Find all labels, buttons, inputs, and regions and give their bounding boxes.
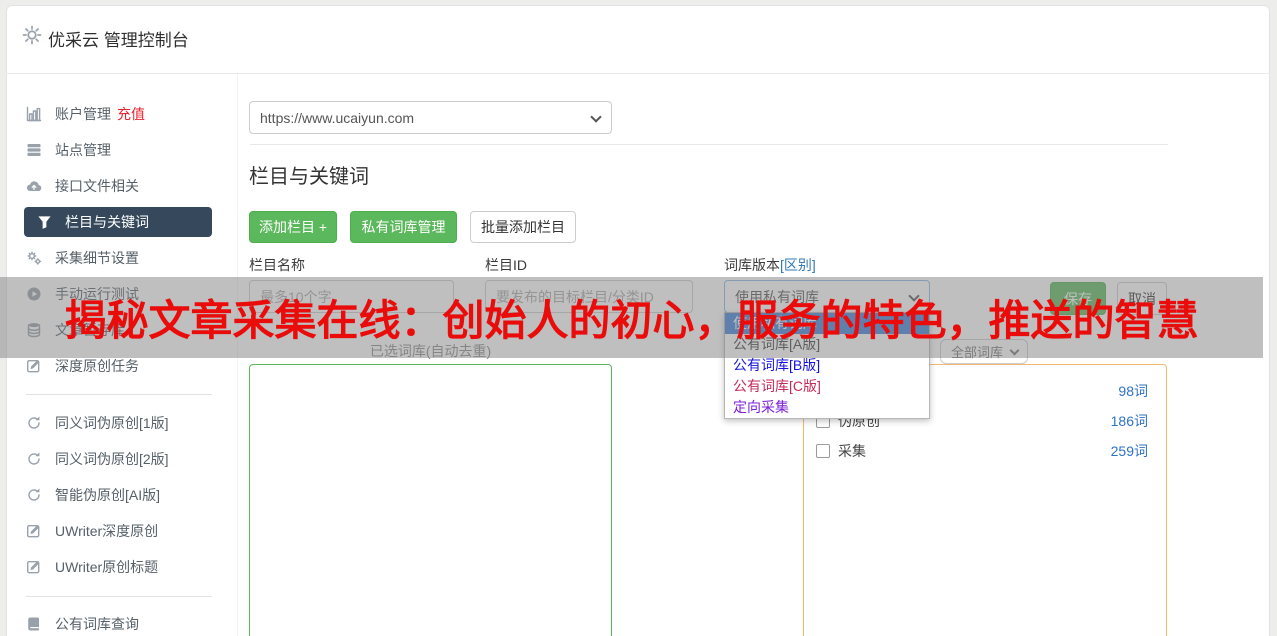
chevron-down-icon [590,111,602,123]
recharge-badge[interactable]: 充值 [117,106,145,122]
promo-overlay-text: 揭秘文章采集在线：创始人的初心，服务的特色，推送的智慧 [64,297,1199,344]
sidebar-item-uwriter-title[interactable]: UWriter原创标题 [26,553,216,581]
content-divider [250,144,1168,145]
book-icon [26,616,42,632]
server-icon [26,142,42,158]
private-thesaurus-button[interactable]: 私有词库管理 [350,211,457,243]
sidebar-item-label: 账户管理 充值 [55,106,145,122]
pencil-icon [26,358,42,374]
sidebar-item-label: 同义词伪原创[1版] [55,415,169,431]
app-title: 优采云 管理控制台 [48,31,189,50]
sidebar-item-label: 深度原创任务 [55,358,139,374]
header-divider [6,73,1270,74]
library-row: 采集 259词 [816,441,1148,461]
site-url-value: https://www.ucaiyun.com [260,109,415,126]
refresh-icon [26,487,42,503]
sidebar-item-ai-rewrite[interactable]: 智能伪原创[AI版] [26,481,216,509]
add-column-button[interactable]: 添加栏目 + [249,211,337,243]
sidebar-item-uwriter-deep[interactable]: UWriter深度原创 [26,517,216,545]
version-diff-link[interactable]: [区别] [780,257,816,273]
column-name-label: 栏目名称 [249,257,305,273]
pencil-icon [26,559,42,575]
gears-icon [26,250,42,266]
page-title: 栏目与关键词 [249,166,369,188]
sidebar-item-label: UWriter原创标题 [55,559,159,575]
sidebar-section-divider [26,394,212,395]
library-row-label: 采集 [838,443,866,459]
word-count: 186词 [1110,413,1148,429]
library-checkbox[interactable] [816,444,830,458]
dropdown-option-public-b[interactable]: 公有词库[B版] [725,355,929,376]
pencil-icon [26,523,42,539]
refresh-icon [26,415,42,431]
dropdown-option-directed[interactable]: 定向采集 [725,397,929,418]
site-url-select[interactable]: https://www.ucaiyun.com [249,101,612,134]
sidebar-item-account[interactable]: 账户管理 充值 [26,100,216,128]
page: 优采云 管理控制台 账户管理 充值 站点管理 接口文件相关 栏目与关键词 采集细节… [0,0,1277,636]
sidebar-item-columns-keywords[interactable]: 栏目与关键词 [24,207,212,237]
sidebar-item-label: 栏目与关键词 [65,214,149,230]
sidebar-item-collect-settings[interactable]: 采集细节设置 [26,244,216,272]
sidebar-item-synonym-v1[interactable]: 同义词伪原创[1版] [26,409,216,437]
sidebar-item-public-lib-query[interactable]: 公有词库查询 [26,610,216,636]
column-id-label: 栏目ID [485,257,527,273]
thesaurus-version-label: 词库版本[区别] [724,257,816,273]
promo-overlay-banner: 揭秘文章采集在线：创始人的初心，服务的特色，推送的智慧 [0,277,1263,358]
sidebar-item-label: 同义词伪原创[2版] [55,451,169,467]
dropdown-option-public-c[interactable]: 公有词库[C版] [725,376,929,397]
cloud-upload-icon [26,178,42,194]
sidebar-item-label: 采集细节设置 [55,250,139,266]
gear-icon [22,25,42,45]
word-count: 98词 [1118,383,1148,399]
sidebar-item-interface-files[interactable]: 接口文件相关 [26,172,216,200]
sidebar-item-label: 接口文件相关 [55,178,139,194]
bar-chart-icon [26,106,42,122]
sidebar-section-divider [26,596,212,597]
funnel-icon [36,214,52,230]
selected-thesaurus-box [249,364,612,636]
refresh-icon [26,451,42,467]
sidebar-item-label: UWriter深度原创 [55,523,159,539]
batch-add-button[interactable]: 批量添加栏目 [470,211,576,243]
sidebar-item-label: 智能伪原创[AI版] [55,487,161,503]
word-count: 259词 [1110,443,1148,459]
sidebar-item-sites[interactable]: 站点管理 [26,136,216,164]
sidebar-item-synonym-v2[interactable]: 同义词伪原创[2版] [26,445,216,473]
sidebar-item-label: 公有词库查询 [55,616,139,632]
sidebar-item-label: 站点管理 [55,142,111,158]
